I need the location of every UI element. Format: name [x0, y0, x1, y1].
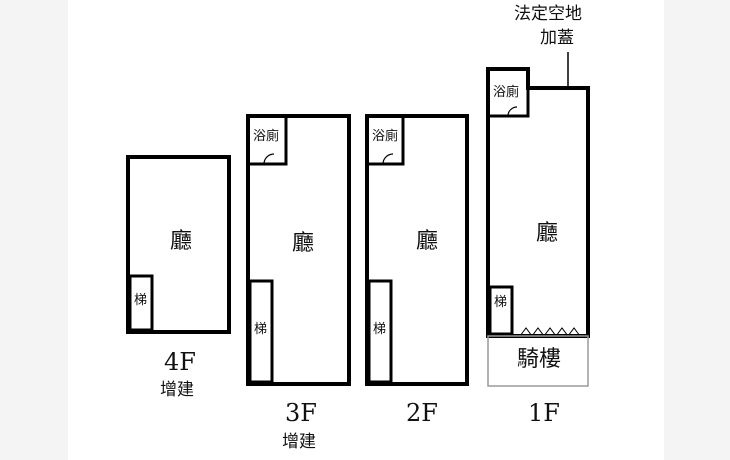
- floor-plan-drawing: [68, 0, 664, 460]
- floor-4f-hall-label: 廳: [170, 229, 193, 254]
- floor-plan-diagram: 廳 梯 4F 增建 浴廁 廳 梯 3F 增建 浴廁 廳 梯 2F 浴廁 廳 梯 …: [0, 0, 730, 460]
- floor-3f-note: 增建: [282, 432, 316, 452]
- floor-1f-stair-label: 梯: [494, 295, 508, 310]
- floor-3f-stair-label: 梯: [254, 322, 268, 337]
- floor-4f-note: 增建: [160, 380, 194, 400]
- floor-2f-name: 2F: [406, 399, 438, 427]
- floor-4f-stair-label: 梯: [134, 293, 148, 308]
- annotation-line1: 法定空地: [514, 4, 582, 24]
- floor-1f-hall-label: 廳: [536, 221, 559, 246]
- floor-2f-bath-label: 浴廁: [372, 129, 399, 144]
- annotation-line2: 加蓋: [540, 28, 574, 48]
- floor-3f-name: 3F: [285, 399, 317, 427]
- floor-3f-hall-label: 廳: [292, 231, 315, 256]
- floor-1f-name: 1F: [528, 399, 560, 427]
- floor-2f-hall-label: 廳: [416, 229, 439, 254]
- floor-4f-name: 4F: [164, 348, 196, 376]
- floor-1f-arcade-label: 騎樓: [517, 347, 562, 372]
- floor-1f-bath-label: 浴廁: [493, 85, 520, 100]
- floor-3f-bath-label: 浴廁: [253, 129, 280, 144]
- floor-2f-stair-label: 梯: [373, 322, 387, 337]
